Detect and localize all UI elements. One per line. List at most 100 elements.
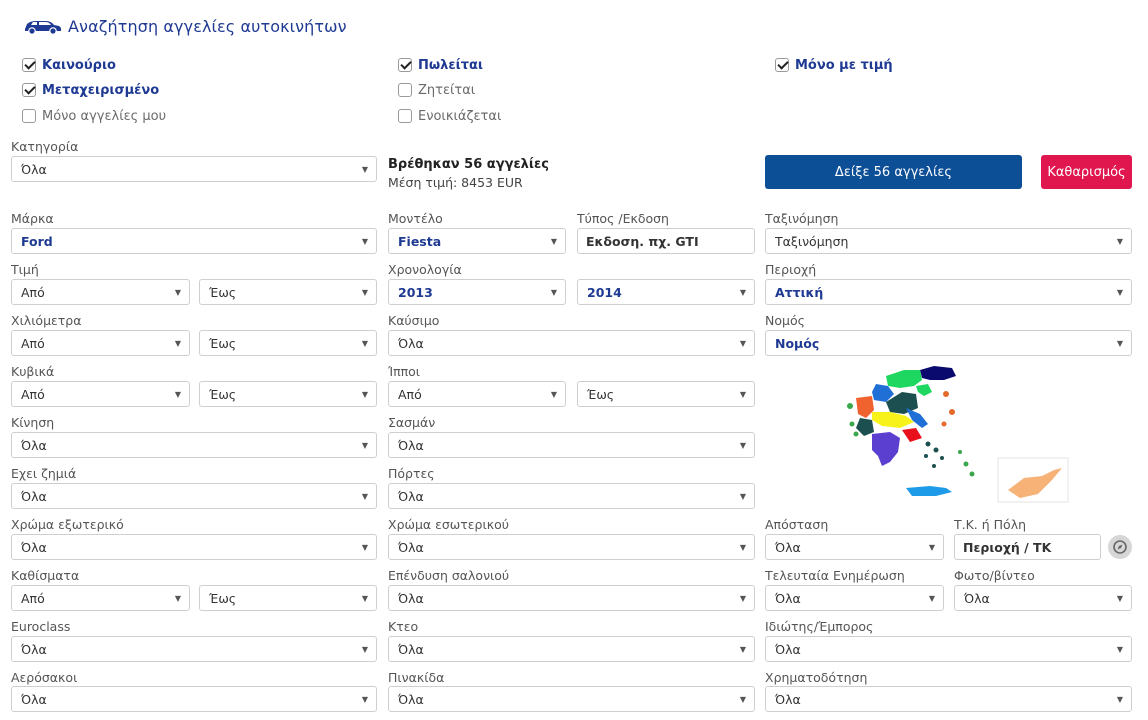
photo-select[interactable]: Όλα ▼ xyxy=(954,585,1132,611)
doors-select[interactable]: Όλα ▼ xyxy=(388,483,755,509)
photo-label: Φωτο/βίντεο xyxy=(954,568,1035,583)
region-select[interactable]: Αττική ▼ xyxy=(765,279,1132,305)
hp-to-value: Έως xyxy=(587,386,615,402)
region-label: Περιοχή xyxy=(765,262,817,277)
checkbox-for-rent[interactable]: Ενοικιάζεται xyxy=(398,107,501,125)
plate-select[interactable]: Όλα ▼ xyxy=(388,686,755,712)
seats-from-select[interactable]: Από ▼ xyxy=(11,585,190,611)
chassis-select[interactable]: Όλα ▼ xyxy=(388,432,755,458)
fuel-select[interactable]: Όλα ▼ xyxy=(388,330,755,356)
checkbox-new[interactable]: Καινούριο xyxy=(22,56,116,74)
checkbox-my-ads-label: Μόνο αγγελίες μου xyxy=(42,108,167,124)
checkbox-icon[interactable] xyxy=(398,109,412,123)
seats-to-select[interactable]: Έως ▼ xyxy=(199,585,377,611)
clear-button[interactable]: Καθαρισμός xyxy=(1041,155,1132,189)
price-to-select[interactable]: Έως ▼ xyxy=(199,279,377,305)
price-to-value: Έως xyxy=(209,284,237,300)
cc-to-select[interactable]: Έως ▼ xyxy=(199,381,377,407)
checkbox-new-label: Καινούριο xyxy=(42,57,116,73)
seller-select[interactable]: Όλα ▼ xyxy=(765,636,1132,662)
fuel-label: Καύσιμο xyxy=(388,313,440,328)
compass-icon[interactable] xyxy=(1108,535,1132,559)
checkbox-for-sale[interactable]: Πωλείται xyxy=(398,56,483,74)
chevron-down-icon: ▼ xyxy=(928,593,935,603)
chevron-down-icon: ▼ xyxy=(739,491,746,501)
seats-to-value: Έως xyxy=(209,590,237,606)
year-label: Χρονολογία xyxy=(388,262,462,277)
checkbox-icon[interactable] xyxy=(398,83,412,97)
kteo-select[interactable]: Όλα ▼ xyxy=(388,636,755,662)
chevron-down-icon: ▼ xyxy=(1116,236,1123,246)
make-select[interactable]: Ford ▼ xyxy=(11,228,377,254)
checkbox-price-only[interactable]: Μόνο με τιμή xyxy=(775,56,893,74)
chevron-down-icon: ▼ xyxy=(1116,338,1123,348)
checkbox-checked-icon[interactable] xyxy=(22,83,36,97)
checkbox-used-label: Μεταχειρισμένο xyxy=(42,82,160,98)
chevron-down-icon: ▼ xyxy=(550,389,557,399)
cc-to-value: Έως xyxy=(209,386,237,402)
damage-select[interactable]: Όλα ▼ xyxy=(11,483,377,509)
km-from-value: Από xyxy=(21,335,45,351)
page-title: Αναζήτηση αγγελίες αυτοκινήτων xyxy=(68,16,347,36)
page-header: Αναζήτηση αγγελίες αυτοκινήτων xyxy=(22,14,347,38)
cc-from-select[interactable]: Από ▼ xyxy=(11,381,190,407)
airbags-value: Όλα xyxy=(21,691,47,707)
km-to-value: Έως xyxy=(209,335,237,351)
hp-from-select[interactable]: Από ▼ xyxy=(388,381,566,407)
prefecture-select[interactable]: Νομός ▼ xyxy=(765,330,1132,356)
chevron-down-icon: ▼ xyxy=(361,542,368,552)
distance-select[interactable]: Όλα ▼ xyxy=(765,534,944,560)
kteo-label: Κτεο xyxy=(388,619,419,634)
checkbox-wanted[interactable]: Ζητείται xyxy=(398,81,475,99)
year-to-select[interactable]: 2014 ▼ xyxy=(577,279,755,305)
finance-select[interactable]: Όλα ▼ xyxy=(765,686,1132,712)
hp-from-value: Από xyxy=(398,386,422,402)
checkbox-price-only-label: Μόνο με τιμή xyxy=(795,57,893,73)
finance-label: Χρηματοδότηση xyxy=(765,670,868,685)
checkbox-checked-icon[interactable] xyxy=(398,58,412,72)
greece-map[interactable] xyxy=(842,362,1070,504)
chevron-down-icon: ▼ xyxy=(550,236,557,246)
int-color-select[interactable]: Όλα ▼ xyxy=(388,534,755,560)
upholstery-label: Επένδυση σαλονιού xyxy=(388,568,510,583)
category-label: Κατηγορία xyxy=(11,139,79,154)
year-from-select[interactable]: 2013 ▼ xyxy=(388,279,566,305)
show-results-button[interactable]: Δείξε 56 αγγελίες xyxy=(765,155,1022,189)
checkbox-icon[interactable] xyxy=(22,109,36,123)
fuel-value: Όλα xyxy=(398,335,424,351)
chevron-down-icon: ▼ xyxy=(174,338,181,348)
chevron-down-icon: ▼ xyxy=(174,389,181,399)
updated-value: Όλα xyxy=(775,590,801,606)
cc-from-value: Από xyxy=(21,386,45,402)
checkbox-used[interactable]: Μεταχειρισμένο xyxy=(22,81,159,99)
sort-select[interactable]: Ταξινόμηση ▼ xyxy=(765,228,1132,254)
chevron-down-icon: ▼ xyxy=(361,491,368,501)
chevron-down-icon: ▼ xyxy=(739,644,746,654)
plate-label: Πινακίδα xyxy=(388,670,445,685)
price-from-value: Από xyxy=(21,284,45,300)
km-from-select[interactable]: Από ▼ xyxy=(11,330,190,356)
version-input[interactable]: Εκδοση. πχ. GTI xyxy=(577,228,755,254)
hp-to-select[interactable]: Έως ▼ xyxy=(577,381,755,407)
checkbox-my-ads[interactable]: Μόνο αγγελίες μου xyxy=(22,107,166,125)
zip-input[interactable]: Περιοχή / ΤΚ xyxy=(954,534,1101,560)
seller-value: Όλα xyxy=(775,641,801,657)
airbags-select[interactable]: Όλα ▼ xyxy=(11,686,377,712)
chevron-down-icon: ▼ xyxy=(174,287,181,297)
version-label: Τύπος /Εκδοση xyxy=(577,211,669,226)
upholstery-select[interactable]: Όλα ▼ xyxy=(388,585,755,611)
km-to-select[interactable]: Έως ▼ xyxy=(199,330,377,356)
chevron-down-icon: ▼ xyxy=(361,694,368,704)
euroclass-select[interactable]: Όλα ▼ xyxy=(11,636,377,662)
category-select[interactable]: Όλα ▼ xyxy=(11,156,377,182)
updated-select[interactable]: Όλα ▼ xyxy=(765,585,944,611)
price-from-select[interactable]: Από ▼ xyxy=(11,279,190,305)
chevron-down-icon: ▼ xyxy=(550,287,557,297)
model-select[interactable]: Fiesta ▼ xyxy=(388,228,566,254)
drive-select[interactable]: Όλα ▼ xyxy=(11,432,377,458)
chevron-down-icon: ▼ xyxy=(739,287,746,297)
ext-color-select[interactable]: Όλα ▼ xyxy=(11,534,377,560)
checkbox-checked-icon[interactable] xyxy=(22,58,36,72)
zip-label: Τ.Κ. ή Πόλη xyxy=(954,517,1027,532)
checkbox-checked-icon[interactable] xyxy=(775,58,789,72)
